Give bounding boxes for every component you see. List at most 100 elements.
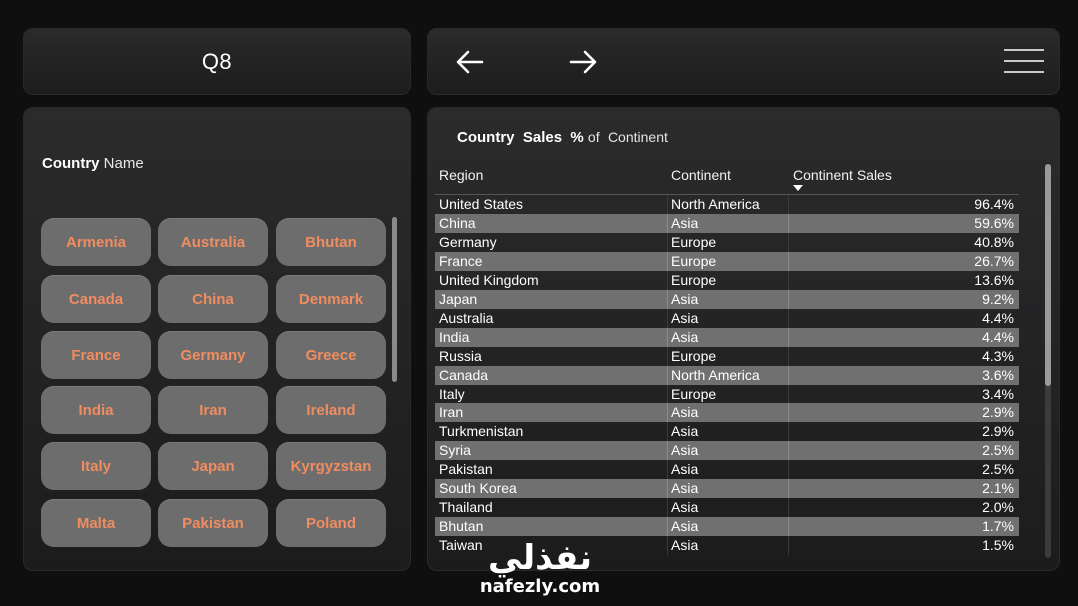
cell-continent-sales: 2.9% [982,423,1014,440]
cell-region: South Korea [439,480,517,497]
table-row[interactable]: Syria Asia 2.5% [435,441,1019,461]
cell-continent-sales: 13.6% [974,271,1014,288]
slicer-header: Country Name [42,155,144,172]
column-separator [667,195,668,214]
cell-continent: Asia [671,518,699,535]
country-chip-india[interactable]: India [41,386,151,434]
cell-continent: Europe [671,233,717,250]
cell-region: France [439,252,483,269]
table-row[interactable]: Turkmenistan Asia 2.9% [435,422,1019,442]
country-chip-france[interactable]: France [41,331,151,379]
column-header-continent-sales[interactable]: Continent Sales [793,167,892,183]
column-separator [788,479,789,499]
column-separator [788,232,789,252]
country-chip-ireland[interactable]: Ireland [276,386,386,434]
country-chip-australia[interactable]: Australia [158,218,268,266]
country-chip-italy[interactable]: Italy [41,442,151,490]
cell-region: Bhutan [439,518,484,535]
cell-continent: Asia [671,442,699,459]
column-separator [788,384,789,404]
cell-continent-sales: 4.3% [982,347,1014,364]
country-chip-canada[interactable]: Canada [41,275,151,323]
table-row[interactable]: United Kingdom Europe 13.6% [435,270,1019,290]
column-header-continent[interactable]: Continent [671,167,731,183]
report-title-card: Q8 [23,28,411,95]
cell-region: India [439,328,470,345]
table-row[interactable]: Australia Asia 4.4% [435,308,1019,328]
country-chip-china[interactable]: China [158,275,268,323]
column-separator [667,308,668,328]
country-chip-poland[interactable]: Poland [276,499,386,547]
table-row[interactable]: South Korea Asia 2.1% [435,479,1019,499]
cell-continent: Europe [671,271,717,288]
country-chip-germany[interactable]: Germany [158,331,268,379]
cell-region: Canada [439,366,489,383]
table-row[interactable]: Bhutan Asia 1.7% [435,517,1019,537]
column-separator [667,517,668,537]
table-row[interactable]: Germany Europe 40.8% [435,232,1019,252]
cell-continent-sales: 2.5% [982,442,1014,459]
column-separator [667,384,668,404]
table-header: Region Continent Continent Sales [435,164,1019,195]
column-separator [788,270,789,290]
column-separator [788,289,789,309]
column-separator [788,195,789,214]
table-row[interactable]: Russia Europe 4.3% [435,346,1019,366]
country-chip-iran[interactable]: Iran [158,386,268,434]
column-separator [667,251,668,271]
table-row[interactable]: United States North America 96.4% [435,195,1019,214]
column-header-region[interactable]: Region [439,167,483,183]
country-chip-pakistan[interactable]: Pakistan [158,499,268,547]
column-separator [667,289,668,309]
table-row[interactable]: Japan Asia 9.2% [435,289,1019,309]
cell-continent: Europe [671,347,717,364]
country-chip-greece[interactable]: Greece [276,331,386,379]
table-row[interactable]: Thailand Asia 2.0% [435,498,1019,518]
table-row[interactable]: Canada North America 3.6% [435,365,1019,385]
cell-region: Russia [439,347,482,364]
table-row[interactable]: Iran Asia 2.9% [435,403,1019,423]
column-separator [788,213,789,233]
table-title-part3: % [570,129,584,146]
country-chip-japan[interactable]: Japan [158,442,268,490]
table-title-part5: Continent [607,129,668,145]
cell-region: United States [439,196,524,212]
hamburger-menu-icon[interactable] [1004,49,1044,75]
column-separator [788,308,789,328]
column-separator [788,403,789,423]
report-title: Q8 [201,48,233,74]
cell-region: Turkmenistan [439,423,524,440]
arrow-left-icon[interactable] [455,47,485,77]
table-title-part2: Sales [522,129,563,146]
table-row[interactable]: Taiwan Asia 1.5% [435,536,1019,556]
table-scrollbar-thumb[interactable] [1045,164,1051,386]
table-row[interactable]: India Asia 4.4% [435,327,1019,347]
cell-continent-sales: 4.4% [982,309,1014,326]
column-separator [667,422,668,442]
column-separator [667,460,668,480]
cell-region: Pakistan [439,461,493,478]
column-separator [667,327,668,347]
country-chip-bhutan[interactable]: Bhutan [276,218,386,266]
cell-region: Australia [439,309,494,326]
table-row[interactable]: China Asia 59.6% [435,213,1019,233]
table-row[interactable]: Pakistan Asia 2.5% [435,460,1019,480]
table-row[interactable]: France Europe 26.7% [435,251,1019,271]
table-row[interactable]: Italy Europe 3.4% [435,384,1019,404]
slicer-scrollbar[interactable] [392,217,397,382]
cell-continent-sales: 1.7% [982,518,1014,535]
sort-descending-icon[interactable] [793,185,803,191]
country-chip-armenia[interactable]: Armenia [41,218,151,266]
country-chip-denmark[interactable]: Denmark [276,275,386,323]
arrow-right-icon[interactable] [568,47,598,77]
sales-table: Region Continent Continent Sales United … [435,164,1019,564]
country-chip-malta[interactable]: Malta [41,499,151,547]
column-separator [667,270,668,290]
cell-continent: Asia [671,423,699,440]
cell-region: Syria [439,442,471,459]
cell-region: Taiwan [439,537,483,554]
cell-continent: Asia [671,499,699,516]
column-separator [788,327,789,347]
country-chip-kyrgyzstan[interactable]: Kyrgyzstan [276,442,386,490]
cell-region: Thailand [439,499,493,516]
